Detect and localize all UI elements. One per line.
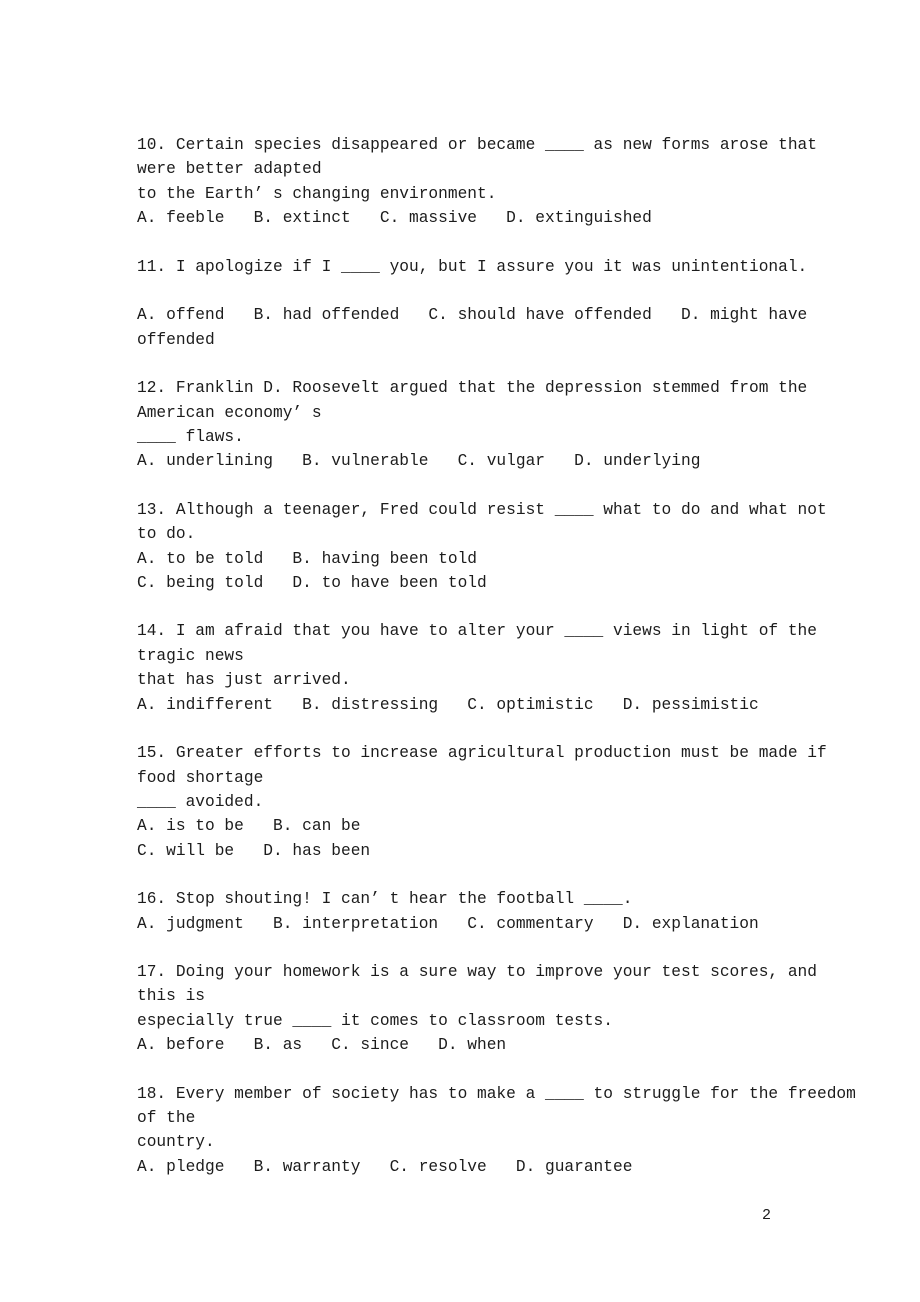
question-block: 15. Greater efforts to increase agricult… — [137, 741, 827, 863]
question-block: 18. Every member of society has to make … — [137, 1082, 856, 1180]
question-block: 12. Franklin D. Roosevelt argued that th… — [137, 376, 808, 474]
question-line: 15. Greater efforts to increase agricult… — [137, 744, 827, 763]
question-line: to the Earth’ s changing environment. — [137, 184, 497, 203]
question-block: 11. I apologize if I ____ you, but I ass… — [137, 255, 808, 353]
question-line: 17. Doing your homework is a sure way to… — [137, 962, 817, 981]
question-line: food shortage — [137, 768, 264, 787]
question-line: this is — [137, 987, 205, 1006]
question-line: tragic news — [137, 646, 244, 665]
question-line: especially true ____ it comes to classro… — [137, 1011, 613, 1030]
question-line: C. being told D. to have been told — [137, 574, 487, 593]
question-line: of the — [137, 1108, 196, 1127]
question-block: 10. Certain species disappeared or becam… — [137, 133, 817, 231]
question-line: offended — [137, 330, 215, 349]
question-line: A. indifferent B. distressing C. optimis… — [137, 695, 759, 714]
question-line: 11. I apologize if I ____ you, but I ass… — [137, 257, 808, 276]
question-block: 17. Doing your homework is a sure way to… — [137, 960, 817, 1058]
question-line: 12. Franklin D. Roosevelt argued that th… — [137, 379, 808, 398]
question-line: A. offend B. had offended C. should have… — [137, 306, 808, 325]
question-line: 14. I am afraid that you have to alter y… — [137, 622, 817, 641]
question-line: country. — [137, 1133, 215, 1152]
question-line: ____ avoided. — [137, 792, 264, 811]
question-list: 10. Certain species disappeared or becam… — [137, 133, 856, 1203]
question-block: 13. Although a teenager, Fred could resi… — [137, 498, 827, 596]
question-line: ____ flaws. — [137, 428, 244, 447]
question-line: to do. — [137, 525, 196, 544]
question-line: A. before B. as C. since D. when — [137, 1036, 507, 1055]
question-line: A. underlining B. vulnerable C. vulgar D… — [137, 452, 701, 471]
question-line: A. is to be B. can be — [137, 817, 361, 836]
page-number: 2 — [762, 1207, 772, 1224]
document-page: 10. Certain species disappeared or becam… — [0, 0, 920, 1302]
question-line: that has just arrived. — [137, 671, 351, 690]
question-line: were better adapted — [137, 160, 322, 179]
question-line: 18. Every member of society has to make … — [137, 1084, 856, 1103]
question-line: C. will be D. has been — [137, 841, 371, 860]
question-line: 16. Stop shouting! I can’ t hear the foo… — [137, 890, 633, 909]
question-spacer-line — [137, 279, 797, 303]
question-line: A. judgment B. interpretation C. comment… — [137, 914, 759, 933]
question-line: 10. Certain species disappeared or becam… — [137, 136, 817, 154]
question-line: A. to be told B. having been told — [137, 549, 477, 568]
question-line: A. feeble B. extinct C. massive D. extin… — [137, 209, 652, 228]
question-block: 14. I am afraid that you have to alter y… — [137, 619, 817, 717]
question-block: 16. Stop shouting! I can’ t hear the foo… — [137, 887, 797, 936]
question-line: A. pledge B. warranty C. resolve D. guar… — [137, 1157, 633, 1176]
question-line: 13. Although a teenager, Fred could resi… — [137, 500, 827, 519]
question-line: American economy’ s — [137, 403, 322, 422]
